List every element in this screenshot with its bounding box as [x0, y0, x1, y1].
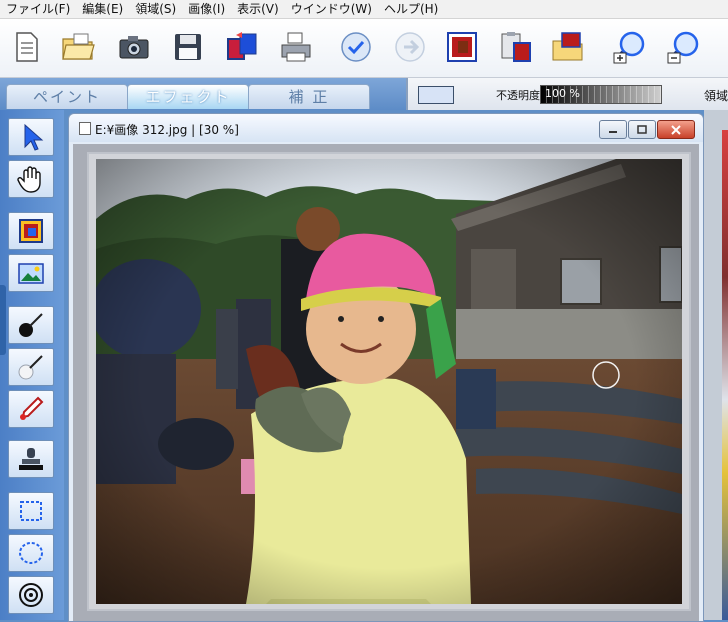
image-flip-icon [227, 32, 257, 60]
folder-image-button[interactable] [548, 25, 588, 69]
menu-file[interactable]: ファイル(F) [0, 0, 76, 18]
brush-dark-icon [19, 313, 43, 337]
menu-edit[interactable]: 編集(E) [76, 0, 129, 18]
canvas-area[interactable] [73, 144, 699, 621]
menu-help[interactable]: ヘルプ(H) [378, 0, 444, 18]
zoom-in-button[interactable] [610, 25, 650, 69]
property-bar: 不透明度 100 % 領域 [406, 78, 728, 110]
dark-brush-tool[interactable] [8, 306, 54, 344]
pointer-tool[interactable] [8, 118, 54, 156]
opacity-slider[interactable]: 100 % [540, 85, 662, 104]
zoom-out-button[interactable] [664, 25, 704, 69]
color-swatch-icon [19, 219, 43, 243]
redo-button[interactable] [390, 25, 430, 69]
close-button[interactable] [657, 120, 695, 139]
camera-button[interactable] [114, 25, 154, 69]
open-folder-button[interactable] [58, 25, 98, 69]
palette-grip[interactable] [0, 285, 6, 355]
opacity-label: 不透明度 [496, 89, 540, 102]
dropper-tool[interactable] [8, 390, 54, 428]
color-swatch[interactable] [418, 86, 454, 104]
opacity-value: 100 % [545, 87, 580, 100]
minimize-icon [609, 130, 617, 133]
light-brush-tool[interactable] [8, 348, 54, 386]
rect-select-tool[interactable] [8, 492, 54, 530]
print-button[interactable] [276, 25, 316, 69]
menu-image[interactable]: 画像(I) [182, 0, 231, 18]
save-disk-icon [175, 34, 201, 60]
document-title-bar[interactable]: E:¥画像 312.jpg | [30 %] [69, 114, 703, 142]
target-ring-icon [19, 583, 43, 607]
undo-button[interactable] [336, 25, 376, 69]
right-panel-preview [722, 130, 728, 620]
tool-palette [0, 110, 64, 620]
paste-button[interactable] [496, 25, 536, 69]
image-flip-button[interactable] [222, 25, 262, 69]
menu-window[interactable]: ウインドウ(W) [285, 0, 378, 18]
image-frame-icon [447, 32, 477, 62]
menu-bar: ファイル(F) 編集(E) 領域(S) 画像(I) 表示(V) ウインドウ(W)… [0, 0, 728, 19]
redo-icon [395, 32, 425, 62]
print-icon [281, 32, 311, 62]
hand-pan-icon [17, 166, 41, 193]
photo[interactable] [96, 159, 682, 604]
tab-effect[interactable]: エフェクト [127, 84, 249, 109]
image-layer-tool[interactable] [8, 254, 54, 292]
dropper-icon [20, 396, 44, 420]
zoom-out-icon [667, 31, 699, 64]
open-folder-icon [62, 33, 95, 60]
new-document-button[interactable] [6, 25, 46, 69]
ellipse-select-icon [19, 542, 43, 564]
tab-paint[interactable]: ペイント [6, 84, 128, 109]
stamp-tool[interactable] [8, 440, 54, 478]
close-icon [671, 124, 681, 135]
brush-light-icon [18, 355, 43, 380]
folder-image-icon [552, 32, 583, 61]
tab-correction[interactable]: 補 正 [248, 84, 370, 109]
zoom-in-icon [613, 31, 645, 64]
menu-region[interactable]: 領域(S) [129, 0, 182, 18]
maximize-icon [637, 124, 647, 134]
region-label: 領域 [704, 89, 728, 103]
maximize-button[interactable] [628, 120, 656, 139]
save-button[interactable] [168, 25, 208, 69]
target-tool[interactable] [8, 576, 54, 614]
menu-view[interactable]: 表示(V) [231, 0, 285, 18]
image-frame-button[interactable] [442, 25, 482, 69]
undo-icon [341, 32, 371, 62]
document-window: E:¥画像 312.jpg | [30 %] [68, 113, 704, 622]
color-swatch-tool[interactable] [8, 212, 54, 250]
toolbar [0, 19, 728, 78]
photo-image [96, 159, 682, 604]
rect-select-icon [20, 501, 42, 521]
minimize-button[interactable] [599, 120, 627, 139]
document-title: E:¥画像 312.jpg | [30 %] [95, 123, 239, 137]
new-document-icon [16, 32, 38, 62]
image-layer-icon [18, 263, 44, 284]
document-icon [79, 122, 91, 135]
ellipse-select-tool[interactable] [8, 534, 54, 572]
photo-frame [87, 152, 691, 611]
camera-icon [119, 36, 149, 59]
stamp-icon [19, 448, 43, 470]
clipboard-paste-icon [501, 32, 531, 62]
hand-tool[interactable] [8, 160, 54, 198]
pointer-arrow-icon [24, 123, 44, 151]
